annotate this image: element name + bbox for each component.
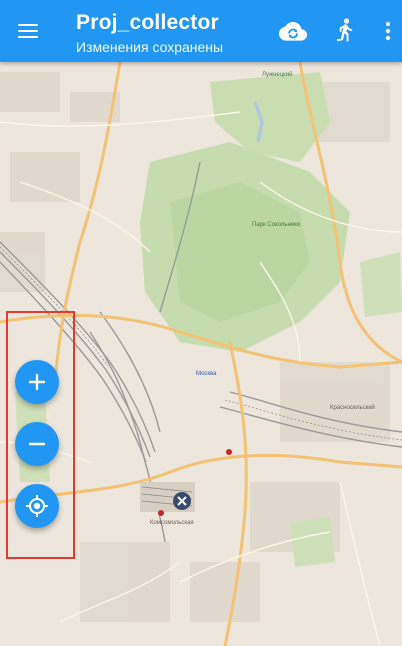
minus-icon xyxy=(28,442,46,446)
menu-button[interactable] xyxy=(10,13,46,49)
map-label-station: Комсомольская xyxy=(150,520,194,526)
map-label-park-main: Парк Сокольники xyxy=(252,222,301,228)
zoom-in-button[interactable] xyxy=(15,360,59,404)
walk-mode-button[interactable] xyxy=(327,13,363,49)
cloud-sync-icon xyxy=(279,22,307,41)
hamburger-menu-icon xyxy=(18,24,38,39)
poi-marker[interactable] xyxy=(226,449,232,455)
plus-icon xyxy=(28,373,46,391)
more-vertical-icon xyxy=(385,21,391,41)
map-view[interactable]: Лужнецкий Парк Сокольники Москва Комсомо… xyxy=(0,62,402,646)
walking-person-icon xyxy=(337,18,353,42)
cloud-sync-button[interactable] xyxy=(275,13,311,49)
zoom-out-button[interactable] xyxy=(15,422,59,466)
railway-crossing-marker[interactable] xyxy=(173,492,191,510)
more-options-button[interactable] xyxy=(374,13,402,49)
map-label-east: Красносельский xyxy=(330,405,375,411)
map-label-park-top: Лужнецкий xyxy=(262,72,293,78)
app-title: Proj_collector xyxy=(76,11,219,34)
app-toolbar: Proj_collector Изменения сохранены xyxy=(0,0,402,62)
my-location-button[interactable] xyxy=(15,484,59,528)
title-block: Proj_collector Изменения сохранены xyxy=(76,10,223,56)
map-label-metro: Москва xyxy=(196,371,217,377)
close-icon xyxy=(177,496,187,506)
my-location-icon xyxy=(26,495,48,517)
save-status: Изменения сохранены xyxy=(76,39,224,55)
app-root: Proj_collector Изменения сохранены Лужне… xyxy=(0,0,402,646)
poi-marker[interactable] xyxy=(158,510,164,516)
